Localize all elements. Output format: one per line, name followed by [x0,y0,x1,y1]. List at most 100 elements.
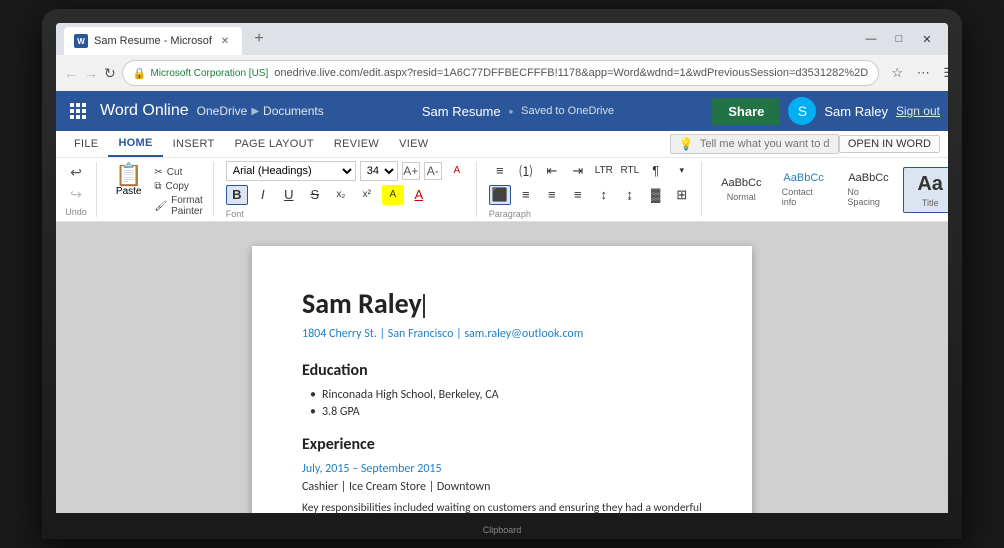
back-button[interactable]: ← [64,61,78,85]
tab-file[interactable]: FILE [64,131,108,157]
browser-titlebar: W Sam Resume - Microsof ✕ + — □ ✕ [56,23,948,55]
breadcrumb-documents[interactable]: Documents [263,104,324,118]
education-title: Education [302,361,702,380]
font-row2: B I U S x₂ x² A A [226,185,468,205]
experience-section: Experience July, 2015 – September 2015 C… [302,435,702,513]
font-group-label: Font [226,209,468,219]
font-color-button[interactable]: A [408,185,430,205]
style-contact-preview: AaBbCc [783,172,823,185]
address-box[interactable]: 🔒 Microsoft Corporation [US] onedrive.li… [122,60,879,86]
bullet-list-button[interactable]: ≡ [489,161,511,181]
waffle-grid-icon [70,103,86,119]
copy-button[interactable]: ⧉ Copy [152,180,204,193]
tab-close-icon[interactable]: ✕ [218,34,232,48]
font-name-select[interactable]: Arial (Headings) [226,161,356,181]
style-contact-info[interactable]: AaBbCc Contact info [773,167,835,212]
star-icon[interactable]: ☆ [885,61,909,85]
tab-insert[interactable]: INSERT [163,131,225,157]
word-header: Word Online OneDrive ▶ Documents Sam Res… [56,91,948,131]
document-page: Sam Raley 1804 Cherry St. | San Francisc… [252,246,752,513]
text-cursor [423,294,425,318]
waffle-button[interactable] [64,97,92,125]
menu-icon[interactable]: ⋯ [911,61,935,85]
font-format-button[interactable]: A [446,161,468,181]
url-text: onedrive.live.com/edit.aspx?resid=1A6C77… [274,67,868,79]
shading-button[interactable]: ▓ [645,185,667,205]
paragraph-row2: ⬛ ≡ ≡ ≡ ↕ ↨ ▓ ⊞ [489,185,693,205]
minimize-button[interactable]: — [858,29,884,49]
skype-button[interactable]: S [788,97,816,125]
style-no-spacing[interactable]: AaBbCc No Spacing [838,167,898,212]
border-button[interactable]: ⊞ [671,185,693,205]
superscript-button[interactable]: x² [356,185,378,205]
numbered-list-button[interactable]: ⑴ [515,161,537,181]
tab-view[interactable]: VIEW [389,131,438,157]
align-left-button[interactable]: ⬛ [489,185,511,205]
style-normal[interactable]: AaBbCc Normal [714,172,769,207]
styles-section: AaBbCc Normal AaBbCc Contact info AaBbCc… [706,162,948,217]
bold-button[interactable]: B [226,185,248,205]
strikethrough-button[interactable]: S [304,185,326,205]
share-button[interactable]: Share [712,98,780,125]
maximize-button[interactable]: □ [886,29,912,49]
line-spacing-button[interactable]: ↕ [593,185,615,205]
paragraph-row1: ≡ ⑴ ⇤ ⇥ LTR RTL ¶ ▾ [489,161,693,181]
tab-review[interactable]: REVIEW [324,131,389,157]
breadcrumb-onedrive[interactable]: OneDrive [197,104,248,118]
browser-chrome: W Sam Resume - Microsof ✕ + — □ ✕ [56,23,948,91]
signout-link[interactable]: Sign out [896,104,940,118]
align-center-button[interactable]: ≡ [515,185,537,205]
justify-button[interactable]: ≡ [567,185,589,205]
tab-home[interactable]: HOME [108,131,162,157]
para-spacing-button[interactable]: ↨ [619,185,641,205]
ltr-button[interactable]: LTR [593,161,615,181]
rtl-button[interactable]: RTL [619,161,641,181]
redo-button[interactable]: ↪ [64,185,88,206]
style-contact-label: Contact info [782,187,826,207]
format-painter-button[interactable]: 🖌 Format Painter [152,194,204,218]
format-painter-label: Format Painter [171,195,203,217]
active-tab[interactable]: W Sam Resume - Microsof ✕ [64,27,242,55]
experience-title: Experience [302,435,702,454]
font-grow-button[interactable]: A+ [402,162,420,180]
italic-button[interactable]: I [252,185,274,205]
format-painter-icon: 🖌 [154,201,167,212]
highlight-button[interactable]: A [382,185,404,205]
increase-indent-button[interactable]: ⇥ [567,161,589,181]
tell-me-input[interactable] [700,138,830,150]
paragraph-group: ≡ ⑴ ⇤ ⇥ LTR RTL ¶ ▾ ⬛ ≡ ≡ [481,162,702,217]
paragraph-group-label: Paragraph [489,209,693,219]
tab-page-layout[interactable]: PAGE LAYOUT [225,131,324,157]
font-shrink-button[interactable]: A- [424,162,442,180]
clipboard-group: 📋 Paste ✂ Cut ⧉ Copy [101,162,214,217]
para-expand-button[interactable]: ▾ [671,161,693,181]
style-title-label: Title [922,198,939,208]
doc-separator: • [509,104,514,119]
doc-title[interactable]: Sam Resume [422,104,501,119]
settings-icon[interactable]: ☰ [937,61,948,85]
user-name[interactable]: Sam Raley [824,104,888,119]
style-title[interactable]: Aa Title [903,167,948,213]
breadcrumb-chevron: ▶ [251,106,259,117]
forward-button[interactable]: → [84,61,98,85]
show-para-button[interactable]: ¶ [645,161,667,181]
decrease-indent-button[interactable]: ⇤ [541,161,563,181]
cut-button[interactable]: ✂ Cut [152,166,204,179]
refresh-button[interactable]: ↻ [104,61,116,85]
paste-label: Paste [116,186,142,197]
underline-button[interactable]: U [278,185,300,205]
word-app: Word Online OneDrive ▶ Documents Sam Res… [56,91,948,513]
open-in-word-button[interactable]: OPEN IN WORD [839,135,940,153]
font-size-select[interactable]: 34 [360,161,398,181]
style-normal-preview: AaBbCc [721,177,761,190]
experience-job: Cashier | Ice Cream Store | Downtown [302,480,702,494]
paste-button[interactable]: 📋 Paste [109,162,148,199]
close-button[interactable]: ✕ [914,29,940,49]
tell-me-box[interactable]: 💡 [670,134,839,154]
subscript-button[interactable]: x₂ [330,185,352,205]
experience-body: Key responsibilities included waiting on… [302,500,702,513]
tab-title: Sam Resume - Microsof [94,35,212,47]
undo-button[interactable]: ↩ [64,162,88,183]
new-tab-button[interactable]: + [246,26,272,52]
align-right-button[interactable]: ≡ [541,185,563,205]
